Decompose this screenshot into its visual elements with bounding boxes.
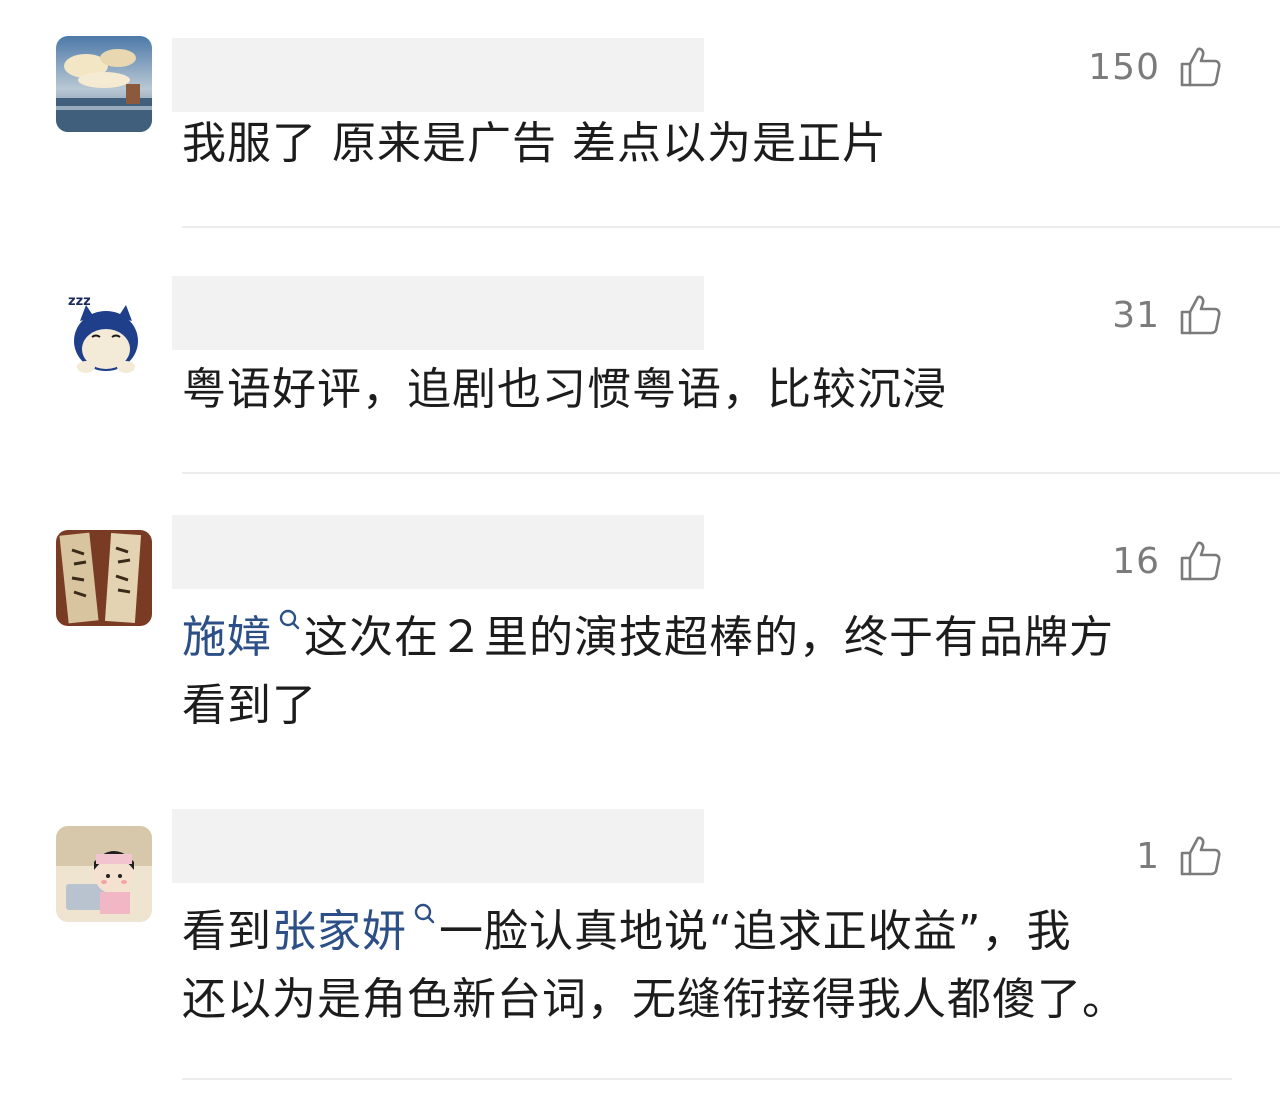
- comment-text: 粤语好评，追剧也习惯粤语，比较沉浸: [182, 356, 1232, 424]
- comment-body-line2: 还以为是角色新台词，无缝衔接得我人都傻了。: [182, 974, 1127, 1025]
- avatar[interactable]: [56, 36, 152, 132]
- comment-text: 施嫜 这次在２里的演技超棒的，终于有品牌方 看到了: [182, 604, 1232, 740]
- thumbs-up-icon[interactable]: [1178, 539, 1222, 583]
- like-count: 1: [1136, 835, 1160, 877]
- avatar[interactable]: zzz: [56, 283, 152, 379]
- like-count: 150: [1088, 46, 1160, 88]
- like-control[interactable]: 150: [1088, 42, 1222, 92]
- mention-link[interactable]: 施嫜: [182, 612, 272, 663]
- comment-body: 粤语好评，追剧也习惯粤语，比较沉浸: [182, 364, 947, 415]
- comment-text: 我服了 原来是广告 差点以为是正片: [182, 110, 1232, 178]
- thumbs-up-icon[interactable]: [1178, 834, 1222, 878]
- divider: [182, 1078, 1232, 1080]
- username-redacted[interactable]: [172, 515, 704, 589]
- username-redacted[interactable]: [172, 38, 704, 112]
- comment-body: 我服了 原来是广告 差点以为是正片: [182, 118, 887, 169]
- comment-body: 这次在２里的演技超棒的，终于有品牌方: [304, 612, 1114, 663]
- search-magnifier-icon[interactable]: [413, 902, 435, 932]
- divider: [182, 472, 1280, 474]
- avatar[interactable]: [56, 826, 152, 922]
- username-redacted[interactable]: [172, 276, 704, 350]
- comment-body: 看到: [182, 906, 272, 957]
- comment-body-line2: 看到了: [182, 680, 317, 731]
- like-count: 16: [1112, 540, 1160, 582]
- thumbs-up-icon[interactable]: [1178, 293, 1222, 337]
- avatar[interactable]: [56, 530, 152, 626]
- username-redacted[interactable]: [172, 809, 704, 883]
- like-control[interactable]: 31: [1112, 290, 1222, 340]
- svg-text:zzz: zzz: [68, 294, 91, 309]
- like-control[interactable]: 16: [1112, 536, 1222, 586]
- like-control[interactable]: 1: [1136, 831, 1222, 881]
- like-count: 31: [1112, 294, 1160, 336]
- comment-body: 一脸认真地说“追求正收益”，我: [439, 906, 1072, 957]
- search-magnifier-icon[interactable]: [278, 608, 300, 638]
- thumbs-up-icon[interactable]: [1178, 45, 1222, 89]
- comment-text: 看到张家妍 一脸认真地说“追求正收益”，我 还以为是角色新台词，无缝衔接得我人都傻…: [182, 898, 1232, 1034]
- mention-link[interactable]: 张家妍: [272, 906, 407, 957]
- divider: [182, 226, 1280, 228]
